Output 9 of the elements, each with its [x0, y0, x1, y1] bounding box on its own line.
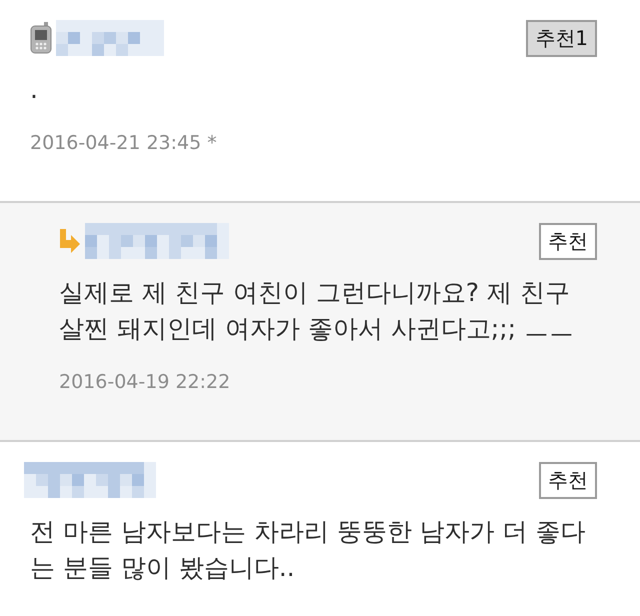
comment-text: 실제로 제 친구 여친이 그런다니까요? 제 친구 살찐 돼지인데 여자가 좋아서 사귄다고;;; ㅡㅡ — [59, 277, 576, 345]
comment-text: . — [30, 74, 39, 106]
reply-arrow-icon — [59, 229, 81, 253]
recommend-button[interactable]: 추천 1 — [526, 20, 597, 56]
recommend-button[interactable]: 추천 — [539, 462, 597, 498]
recommend-button[interactable]: 추천 — [539, 222, 597, 260]
comment-text: 전 마른 남자보다는 차라리 뚱뚱한 남자가 더 좋다는 분들 많이 봤습니다.. — [30, 516, 587, 584]
comment-date: 2016-04-21 23:45 * — [30, 131, 218, 156]
comment-date: 2016-04-19 22:22 — [59, 370, 232, 395]
